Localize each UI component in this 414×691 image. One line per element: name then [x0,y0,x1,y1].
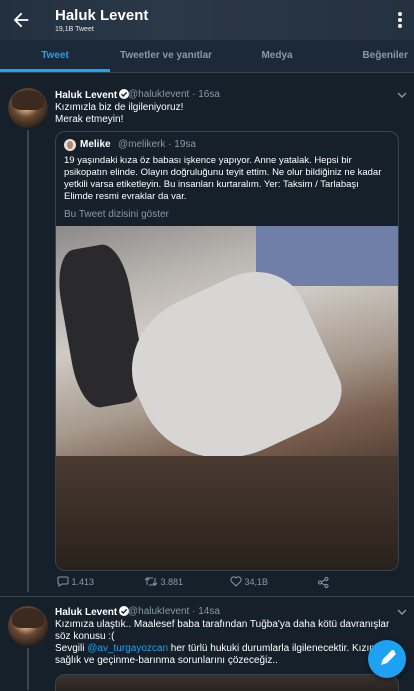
chevron-down-icon[interactable] [397,91,407,99]
share-icon[interactable] [318,577,329,588]
tweet-timestamp[interactable]: · 14sa [192,606,220,617]
tweet-author-handle[interactable]: @halukIevent [128,606,189,617]
show-thread-link[interactable]: Bu Tweet dizisini göster [64,209,169,220]
quoted-meta: @melikerk · 19sa [118,139,196,150]
reply-count: 1.413 [71,577,95,587]
quoted-tweet[interactable]: Melike @melikerk · 19sa 19 yaşındaki kız… [55,131,399,571]
avatar[interactable] [8,606,48,646]
like-icon [230,576,242,587]
quoted-text: 19 yaşındaki kıza öz babası işkence yapı… [64,155,382,202]
tweet-author-handle[interactable]: @halukIevent [128,89,189,100]
tab-tweets-and-replies[interactable]: Tweetler ve yanıtlar [110,40,222,72]
quoted-media-image[interactable] [56,226,398,570]
retweet-action[interactable]: 3.881 [144,576,183,587]
compose-tweet-icon [381,650,396,665]
compose-tweet-button[interactable] [368,640,406,678]
tweet-count: 19,1B Tweet [55,26,94,33]
thread-line [27,130,29,592]
tweet-text: Kızımıza ulaştık.. Maalesef baba tarafın… [55,619,394,666]
tweet-media-preview[interactable] [55,674,399,691]
profile-header: Haluk Levent 19,1B Tweet [0,0,414,40]
tweet-meta: @halukIevent · 16sa [128,89,220,100]
quoted-avatar [64,139,76,151]
retweet-icon [144,577,158,586]
tab-likes[interactable]: Beğeniler [332,40,414,72]
reply-icon [57,576,69,587]
active-tab-indicator [0,69,110,72]
mention-link[interactable]: @av_turgayozcan [87,643,168,654]
tweet-divider [0,596,414,597]
retweet-count: 3.881 [160,577,184,587]
profile-name-title: Haluk Levent [55,7,149,24]
chevron-down-icon[interactable] [397,608,407,616]
tweet-timestamp[interactable]: · 16sa [192,89,220,100]
quoted-author-name: Melike [80,139,111,150]
back-arrow-icon[interactable] [10,9,32,31]
more-vertical-icon[interactable] [394,10,406,30]
avatar[interactable] [8,88,48,128]
like-count: 34,1B [244,577,269,587]
tweet-meta: @halukIevent · 14sa [128,606,220,617]
tweet-author-name[interactable]: Haluk Levent [55,89,130,101]
like-action[interactable]: 34,1B [230,576,268,587]
tab-tweets[interactable]: Tweet [0,40,110,72]
thread-line [27,648,29,690]
tab-media[interactable]: Medya [222,40,332,72]
tweet-author-name[interactable]: Haluk Levent [55,606,130,618]
tweet-text: Kızımızla biz de ilgileniyoruz! Merak et… [55,102,184,125]
reply-action[interactable]: 1.413 [57,576,94,587]
